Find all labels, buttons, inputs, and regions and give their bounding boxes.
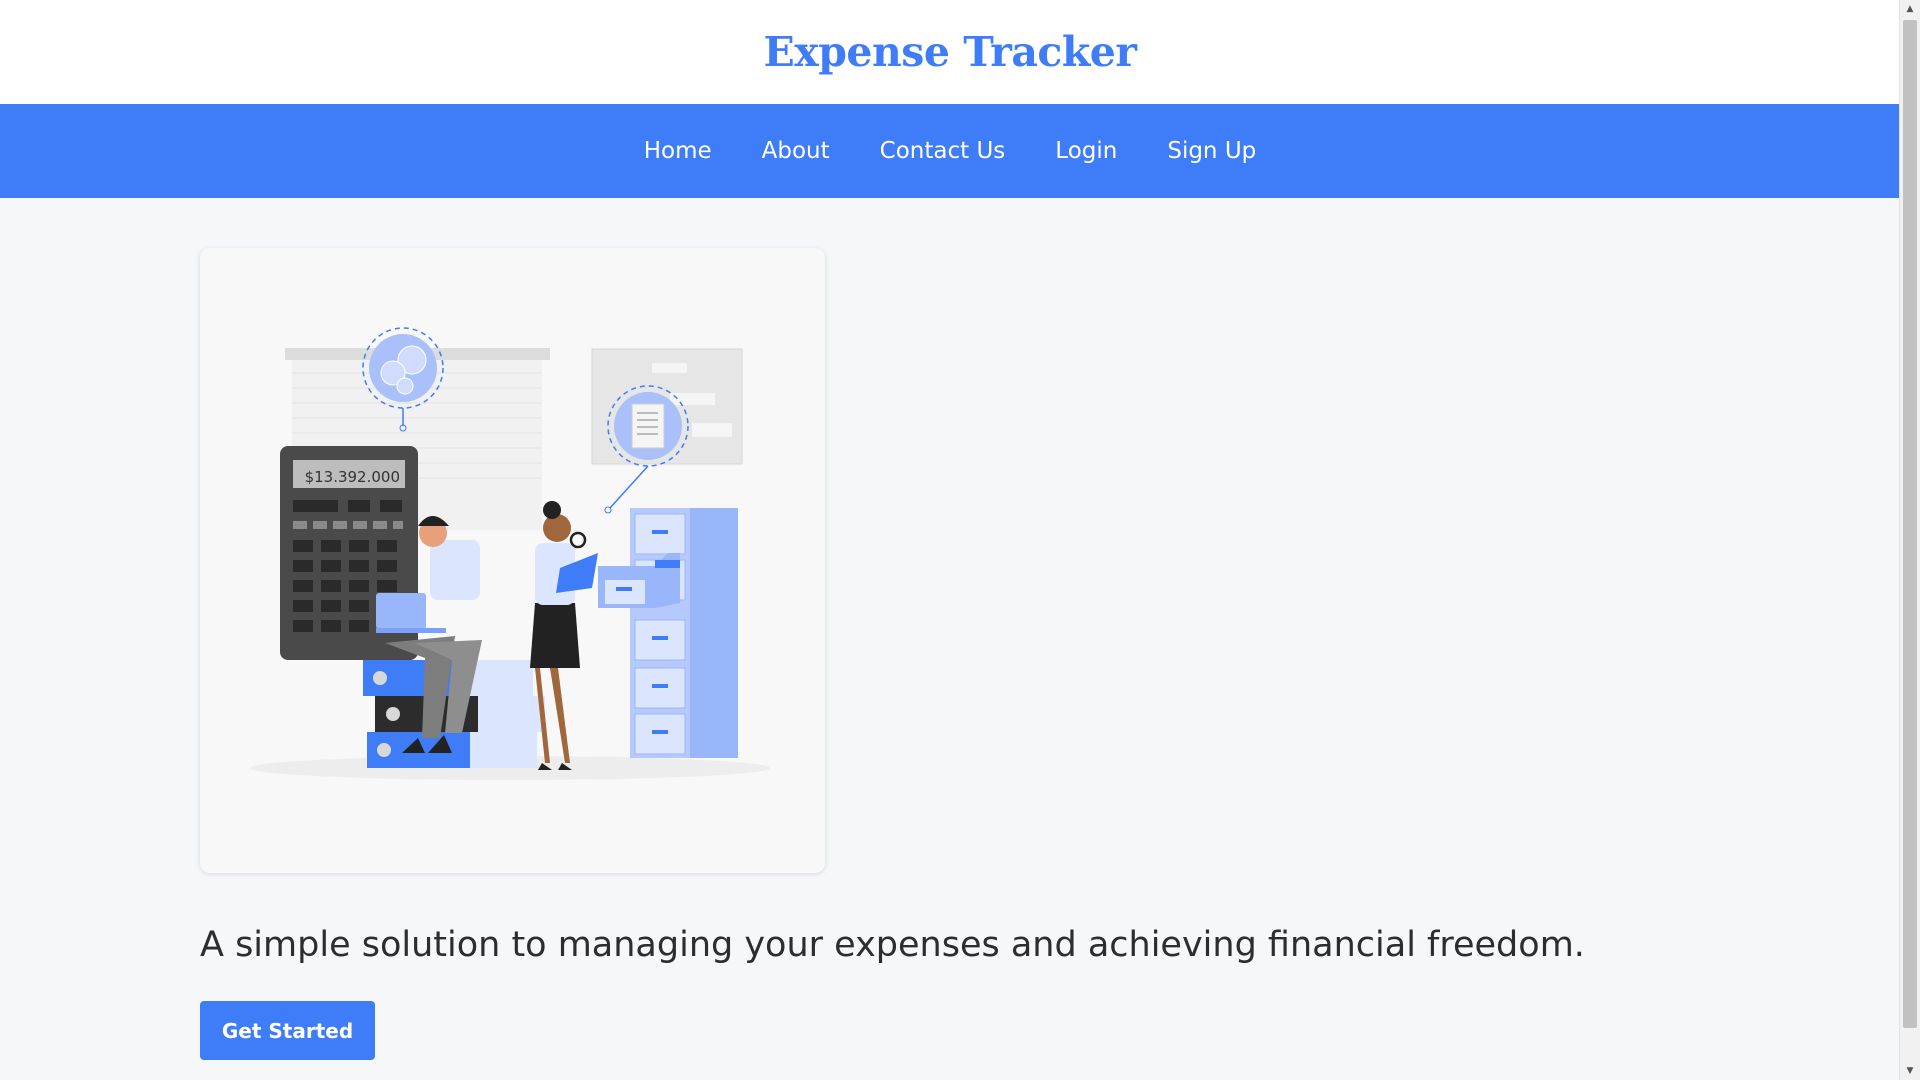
- nav-contact-us[interactable]: Contact Us: [880, 138, 1006, 164]
- arrow-down-icon[interactable]: ▼: [1900, 1062, 1920, 1080]
- nav-sign-up[interactable]: Sign Up: [1167, 138, 1256, 164]
- nav-home[interactable]: Home: [644, 138, 712, 164]
- calculator-display: $13.392.000: [305, 468, 400, 486]
- scrollbar-thumb[interactable]: [1903, 20, 1917, 1028]
- page: Expense Tracker Home About Contact Us Lo…: [0, 0, 1900, 1080]
- get-started-button[interactable]: Get Started: [200, 1001, 375, 1060]
- vertical-scrollbar[interactable]: ▲ ▼: [1899, 0, 1920, 1080]
- nav-login[interactable]: Login: [1055, 138, 1117, 164]
- finance-illustration: $13.392.000: [250, 327, 770, 780]
- site-title[interactable]: Expense Tracker: [764, 28, 1137, 76]
- site-header: Expense Tracker: [0, 0, 1900, 104]
- nav-about[interactable]: About: [762, 138, 830, 164]
- main-nav: Home About Contact Us Login Sign Up: [0, 104, 1900, 198]
- filing-cabinet: [598, 508, 738, 758]
- hero-illustration-card: $13.392.000: [200, 248, 825, 873]
- arrow-up-icon[interactable]: ▲: [1900, 0, 1920, 18]
- hero-tagline: A simple solution to managing your expen…: [200, 925, 1585, 965]
